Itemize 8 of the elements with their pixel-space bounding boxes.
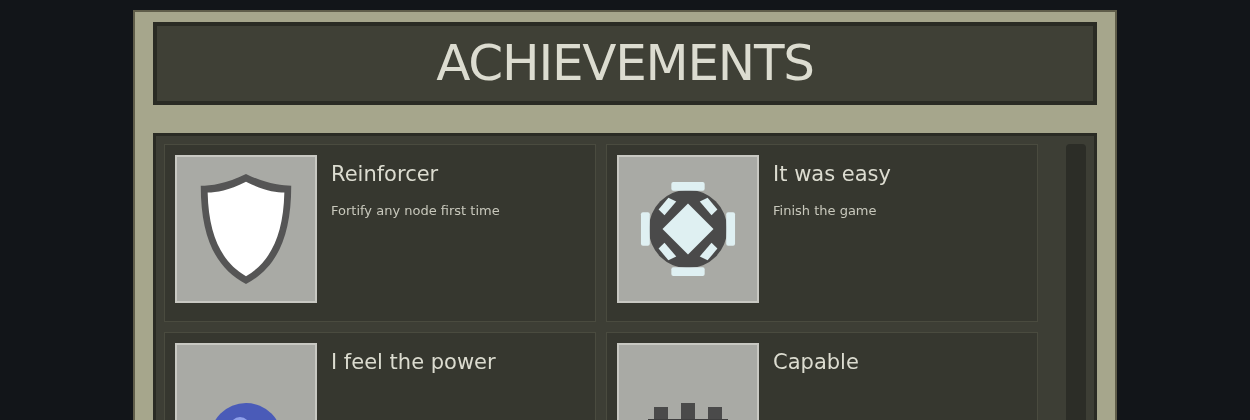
achievement-name: Reinforcer <box>331 161 440 188</box>
window-title: ACHIEVEMENTS <box>436 33 814 94</box>
achievement-name: It was easy <box>773 161 891 188</box>
core-icon <box>639 180 738 278</box>
achievement-name: I feel the power <box>331 349 496 376</box>
achievement-description: Finish the game <box>773 201 878 220</box>
achievement-name: Capable <box>773 349 859 376</box>
achievement-description: Fortify any node first time <box>331 201 500 220</box>
